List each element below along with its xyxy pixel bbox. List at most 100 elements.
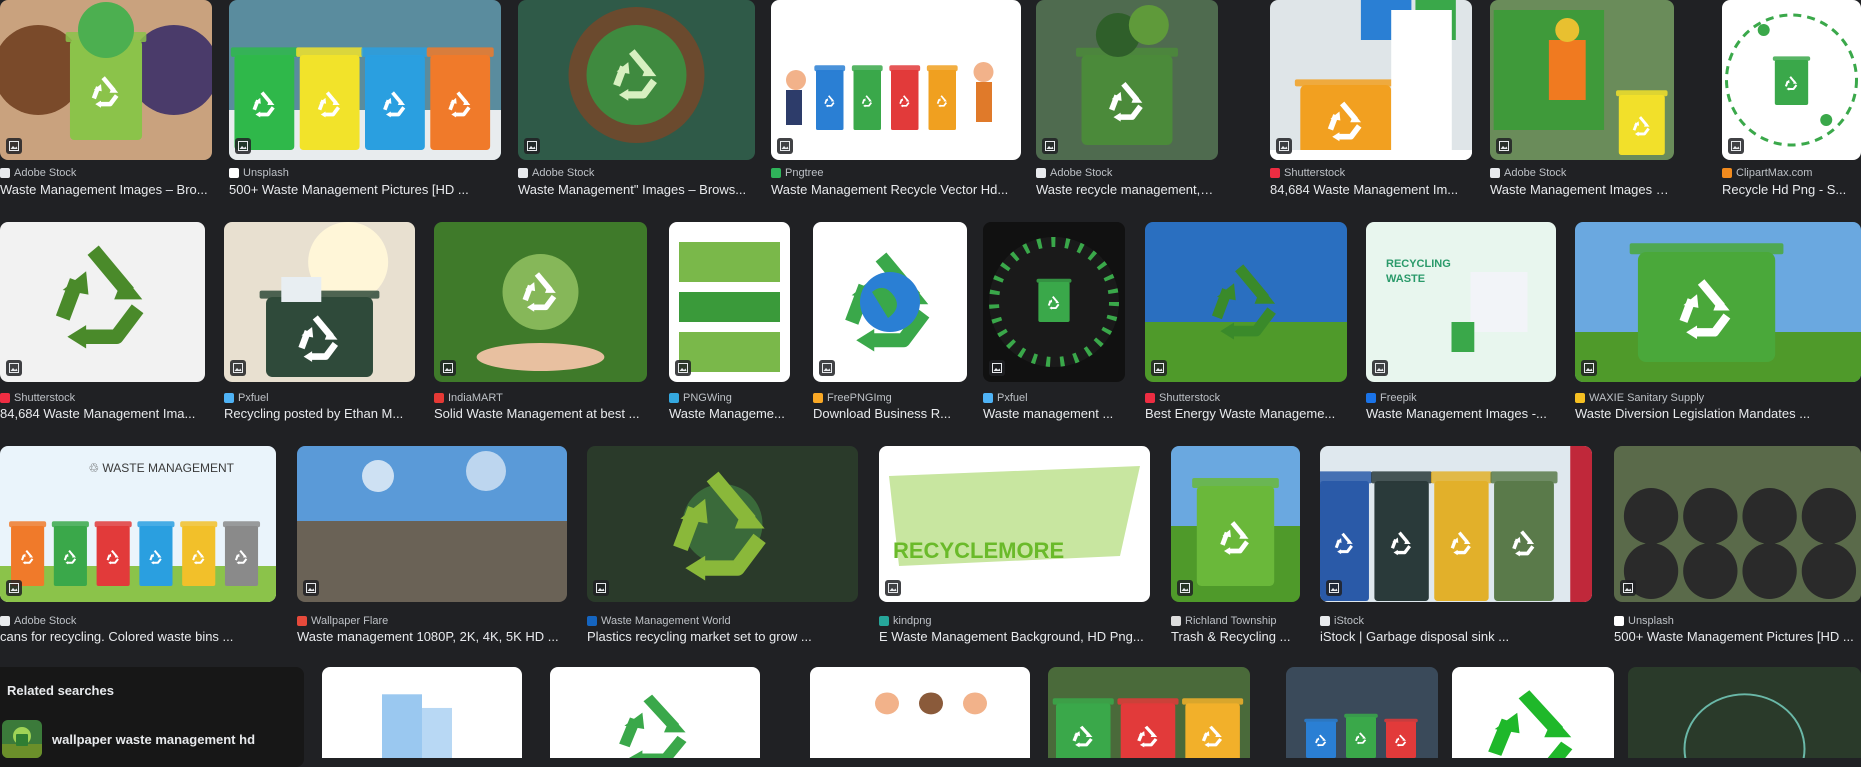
- result-title-link[interactable]: Recycle Hd Png - S...: [1722, 182, 1857, 197]
- image-thumbnail[interactable]: [518, 0, 755, 160]
- image-result-card[interactable]: Adobe Stock Waste recycle management, eco…: [1036, 0, 1218, 200]
- image-thumbnail[interactable]: RECYCLEMORE: [879, 446, 1150, 602]
- image-result-card[interactable]: Shutterstock Best Energy Waste Manageme..…: [1145, 222, 1347, 424]
- result-source[interactable]: iStock: [1320, 615, 1364, 627]
- image-thumbnail[interactable]: [669, 222, 790, 382]
- image-result-card[interactable]: Shutterstock 84,684 Waste Management Im..…: [1270, 0, 1472, 200]
- image-thumbnail[interactable]: [1320, 446, 1592, 602]
- result-source[interactable]: Adobe Stock: [1036, 167, 1112, 179]
- result-title-link[interactable]: 500+ Waste Management Pictures [HD ...: [1614, 629, 1857, 644]
- result-title-link[interactable]: Waste Manageme...: [669, 406, 786, 421]
- image-thumbnail[interactable]: [1171, 446, 1300, 602]
- result-title-link[interactable]: Waste Management Images -...: [1366, 406, 1552, 421]
- image-result-card[interactable]: ♲ WASTE MANAGEMENT Adobe Stock cans for …: [0, 446, 276, 647]
- result-source[interactable]: Waste Management World: [587, 615, 731, 627]
- result-source[interactable]: Freepik: [1366, 392, 1417, 404]
- image-thumbnail[interactable]: [1614, 446, 1861, 602]
- image-result-card[interactable]: Richland Township Trash & Recycling ...: [1171, 446, 1300, 647]
- result-title-link[interactable]: Trash & Recycling ...: [1171, 629, 1296, 644]
- image-result-card[interactable]: Pxfuel Waste management ...: [983, 222, 1125, 424]
- result-title-link[interactable]: Waste Diversion Legislation Mandates ...: [1575, 406, 1857, 421]
- result-source[interactable]: FreePNGImg: [813, 392, 892, 404]
- result-source[interactable]: Pxfuel: [983, 392, 1028, 404]
- result-title-link[interactable]: Solid Waste Management at best ...: [434, 406, 643, 421]
- result-title-link[interactable]: cans for recycling. Colored waste bins .…: [0, 629, 272, 644]
- result-title-link[interactable]: Waste Management" Images – Brows...: [518, 182, 751, 197]
- result-title-link[interactable]: Download Business R...: [813, 406, 963, 421]
- image-result-card[interactable]: Adobe Stock Waste Management Images – Bro…: [0, 0, 212, 200]
- image-result-card[interactable]: Adobe Stock Waste Management Images – Bro…: [1490, 0, 1674, 200]
- image-result-card[interactable]: iStock iStock | Garbage disposal sink ...: [1320, 446, 1592, 647]
- result-source[interactable]: Shutterstock: [1270, 167, 1345, 179]
- result-source[interactable]: Shutterstock: [1145, 392, 1220, 404]
- result-source[interactable]: Shutterstock: [0, 392, 75, 404]
- result-source[interactable]: Adobe Stock: [0, 615, 76, 627]
- result-title-link[interactable]: Waste management 1080P, 2K, 4K, 5K HD ..…: [297, 629, 563, 644]
- result-title-link[interactable]: Waste Management Recycle Vector Hd...: [771, 182, 1017, 197]
- result-title-link[interactable]: Plastics recycling market set to grow ..…: [587, 629, 854, 644]
- image-thumbnail[interactable]: [1036, 0, 1218, 160]
- result-source[interactable]: WAXIE Sanitary Supply: [1575, 392, 1704, 404]
- image-result-card[interactable]: Adobe Stock Waste Management" Images – Br…: [518, 0, 755, 200]
- image-result-card[interactable]: Unsplash 500+ Waste Management Pictures […: [1614, 446, 1861, 647]
- image-result-card[interactable]: Pxfuel Recycling posted by Ethan M...: [224, 222, 415, 424]
- image-thumbnail[interactable]: ♲ WASTE MANAGEMENT: [0, 446, 276, 602]
- result-title-link[interactable]: Waste recycle management, eco f...: [1036, 182, 1214, 197]
- result-title-link[interactable]: Recycling posted by Ethan M...: [224, 406, 411, 421]
- image-thumbnail[interactable]: [224, 222, 415, 382]
- result-title-link[interactable]: 84,684 Waste Management Ima...: [0, 406, 201, 421]
- image-result-card[interactable]: Unsplash 500+ Waste Management Pictures […: [229, 0, 501, 200]
- result-title-link[interactable]: 84,684 Waste Management Im...: [1270, 182, 1468, 197]
- image-result-card[interactable]: Shutterstock 84,684 Waste Management Ima.…: [0, 222, 205, 424]
- image-result-card[interactable]: Wallpaper Flare Waste management 1080P, 2…: [297, 446, 567, 647]
- image-thumbnail[interactable]: [983, 222, 1125, 382]
- result-source[interactable]: Adobe Stock: [518, 167, 594, 179]
- result-source[interactable]: ClipartMax.com: [1722, 167, 1812, 179]
- result-source[interactable]: IndiaMART: [434, 392, 503, 404]
- image-thumbnail[interactable]: [434, 222, 647, 382]
- result-title-link[interactable]: Waste Management Images – Bro...: [1490, 182, 1670, 197]
- image-result-card[interactable]: PNGWing Waste Manageme...: [669, 222, 790, 424]
- image-thumbnail[interactable]: [813, 222, 967, 382]
- result-source[interactable]: Adobe Stock: [1490, 167, 1566, 179]
- result-source[interactable]: Unsplash: [1614, 615, 1674, 627]
- image-thumbnail[interactable]: [810, 667, 1030, 758]
- result-title-link[interactable]: Best Energy Waste Manageme...: [1145, 406, 1343, 421]
- image-result-card[interactable]: RECYCLING WASTE Freepik Waste Management Im…: [1366, 222, 1556, 424]
- image-thumbnail[interactable]: [1286, 667, 1438, 758]
- result-source[interactable]: Pxfuel: [224, 392, 269, 404]
- related-search-item[interactable]: wallpaper waste management hd: [2, 720, 255, 758]
- result-title-link[interactable]: iStock | Garbage disposal sink ...: [1320, 629, 1588, 644]
- image-result-card[interactable]: Waste Management World Plastics recycling…: [587, 446, 858, 647]
- image-thumbnail[interactable]: [229, 0, 501, 160]
- image-thumbnail[interactable]: RECYCLING WASTE: [1366, 222, 1556, 382]
- image-thumbnail[interactable]: [587, 446, 858, 602]
- image-thumbnail[interactable]: [0, 0, 212, 160]
- result-source[interactable]: Pngtree: [771, 167, 824, 179]
- image-thumbnail[interactable]: [1270, 0, 1472, 160]
- result-source[interactable]: Unsplash: [229, 167, 289, 179]
- image-result-card[interactable]: RECYCLEMORE kindpng E Waste Management Bac…: [879, 446, 1150, 647]
- result-title-link[interactable]: Waste Management Images – Bro...: [0, 182, 208, 197]
- image-thumbnail[interactable]: [322, 667, 522, 758]
- image-result-card[interactable]: WAXIE Sanitary Supply Waste Diversion Leg…: [1575, 222, 1861, 424]
- image-thumbnail[interactable]: [1490, 0, 1674, 160]
- image-thumbnail[interactable]: [1575, 222, 1861, 382]
- result-title-link[interactable]: Waste management ...: [983, 406, 1121, 421]
- result-source[interactable]: PNGWing: [669, 392, 732, 404]
- image-thumbnail[interactable]: [297, 446, 567, 602]
- image-thumbnail[interactable]: [1048, 667, 1250, 758]
- image-thumbnail[interactable]: [1145, 222, 1347, 382]
- image-result-card[interactable]: ClipartMax.com Recycle Hd Png - S...: [1722, 0, 1861, 200]
- image-result-card[interactable]: IndiaMART Solid Waste Management at best …: [434, 222, 647, 424]
- image-thumbnail[interactable]: [771, 0, 1021, 160]
- result-title-link[interactable]: 500+ Waste Management Pictures [HD ...: [229, 182, 497, 197]
- image-result-card[interactable]: Pngtree Waste Management Recycle Vector H…: [771, 0, 1021, 200]
- image-thumbnail[interactable]: [1452, 667, 1614, 758]
- result-source[interactable]: kindpng: [879, 615, 932, 627]
- result-source[interactable]: Wallpaper Flare: [297, 615, 388, 627]
- image-result-card[interactable]: FreePNGImg Download Business R...: [813, 222, 967, 424]
- result-source[interactable]: Richland Township: [1171, 615, 1277, 627]
- image-thumbnail[interactable]: [1628, 667, 1861, 758]
- result-source[interactable]: Adobe Stock: [0, 167, 76, 179]
